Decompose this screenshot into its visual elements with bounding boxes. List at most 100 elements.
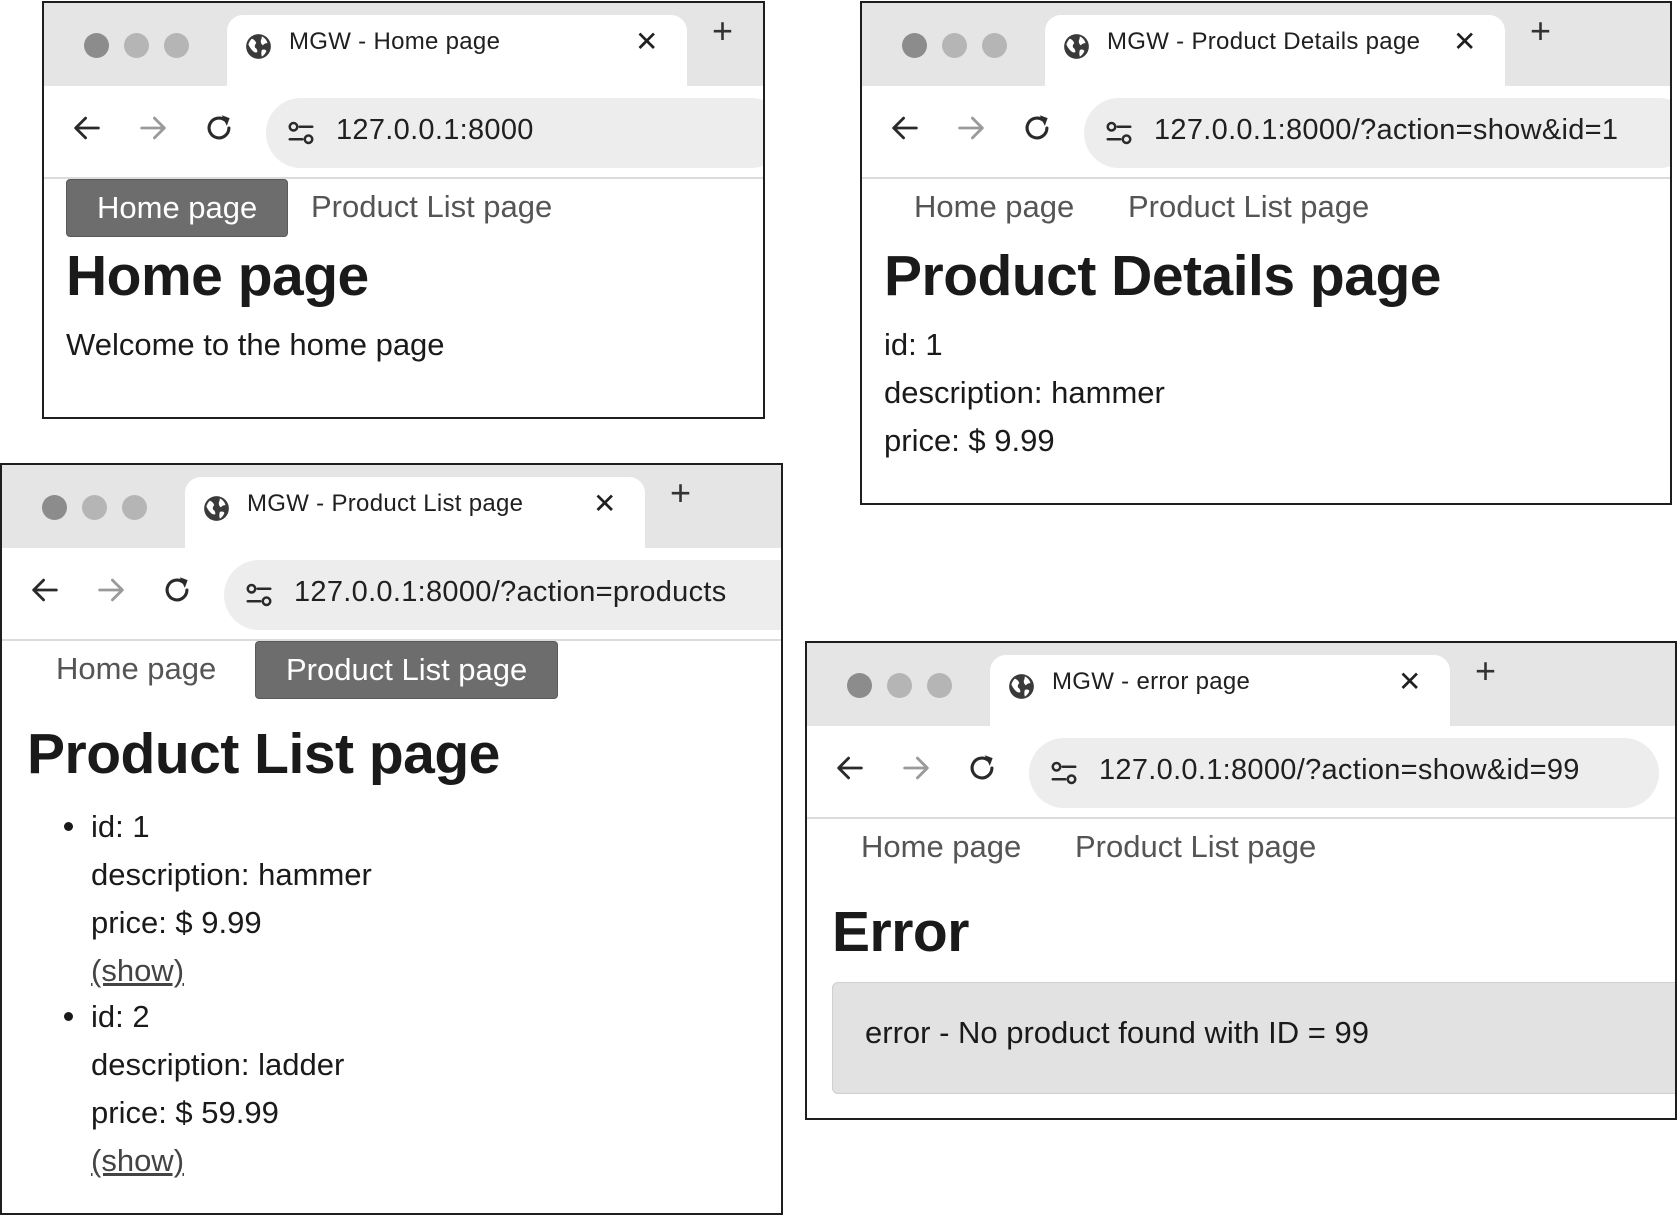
- page-content: Home page Product List page Product List…: [2, 641, 781, 1213]
- window-controls: [902, 33, 1007, 58]
- product-1-id: id: 1: [91, 809, 150, 844]
- new-tab-button[interactable]: +: [1475, 650, 1496, 692]
- url-text: 127.0.0.1:8000: [336, 114, 534, 146]
- product-1-description: description: hammer: [91, 857, 372, 892]
- tab-title: MGW - Product Details page: [1107, 28, 1421, 55]
- browser-tab-active[interactable]: MGW - Home page ✕: [227, 15, 687, 86]
- browser-window-error: MGW - error page ✕ + 127.0.0.1:8000/?act…: [805, 641, 1677, 1120]
- product-2-id: id: 2: [91, 999, 150, 1034]
- reload-icon[interactable]: [202, 111, 236, 145]
- page-content: Home page Product List page Home page We…: [44, 179, 763, 417]
- globe-icon: [245, 33, 272, 60]
- maximize-window-button[interactable]: [982, 33, 1007, 58]
- nav-product-list-link[interactable]: Product List page: [281, 179, 582, 235]
- browser-window-home: MGW - Home page ✕ + 127.0.0.1:8000 Home …: [42, 1, 765, 419]
- nav-home-link[interactable]: Home page: [26, 641, 246, 697]
- reload-icon[interactable]: [965, 751, 999, 785]
- product-2-show-link[interactable]: (show): [91, 1137, 184, 1185]
- reload-icon[interactable]: [1020, 111, 1054, 145]
- forward-arrow-icon[interactable]: [899, 751, 933, 785]
- browser-toolbar: 127.0.0.1:8000/?action=products: [2, 548, 781, 641]
- browser-toolbar: 127.0.0.1:8000/?action=show&id=99: [807, 726, 1675, 819]
- tab-title: MGW - Home page: [289, 28, 501, 55]
- browser-tab-active[interactable]: MGW - error page ✕: [990, 655, 1450, 726]
- reload-icon[interactable]: [160, 573, 194, 607]
- browser-toolbar: 127.0.0.1:8000: [44, 86, 763, 179]
- new-tab-button[interactable]: +: [1530, 10, 1551, 52]
- minimize-window-button[interactable]: [887, 673, 912, 698]
- maximize-window-button[interactable]: [122, 495, 147, 520]
- site-settings-icon[interactable]: [286, 118, 316, 148]
- address-bar[interactable]: 127.0.0.1:8000/?action=show&id=1: [1084, 98, 1670, 168]
- browser-tab-active[interactable]: MGW - Product Details page ✕: [1045, 15, 1505, 86]
- nav-product-list-link[interactable]: Product List page: [1045, 819, 1346, 875]
- globe-icon: [203, 495, 230, 522]
- tab-title: MGW - Product List page: [247, 490, 524, 517]
- nav-product-list-link[interactable]: Product List page: [255, 641, 559, 699]
- nav-product-list-link[interactable]: Product List page: [1098, 179, 1399, 235]
- forward-arrow-icon[interactable]: [94, 573, 128, 607]
- page-title: Product Details page: [884, 244, 1441, 308]
- page-title: Product List page: [27, 722, 500, 786]
- close-window-button[interactable]: [847, 673, 872, 698]
- forward-arrow-icon[interactable]: [954, 111, 988, 145]
- product-id: id: 1: [884, 327, 943, 362]
- back-arrow-icon[interactable]: [28, 573, 62, 607]
- address-bar[interactable]: 127.0.0.1:8000/?action=products: [224, 560, 781, 630]
- close-window-button[interactable]: [42, 495, 67, 520]
- product-price: price: $ 9.99: [884, 423, 1055, 458]
- url-text: 127.0.0.1:8000/?action=show&id=1: [1154, 114, 1619, 146]
- close-tab-icon[interactable]: ✕: [1453, 25, 1476, 58]
- minimize-window-button[interactable]: [942, 33, 967, 58]
- close-window-button[interactable]: [902, 33, 927, 58]
- close-tab-icon[interactable]: ✕: [635, 25, 658, 58]
- window-controls: [42, 495, 147, 520]
- minimize-window-button[interactable]: [124, 33, 149, 58]
- error-alert: error - No product found with ID = 99: [832, 982, 1675, 1094]
- back-arrow-icon[interactable]: [833, 751, 867, 785]
- product-1-price: price: $ 9.99: [91, 905, 262, 940]
- product-2-description: description: ladder: [91, 1047, 345, 1082]
- browser-toolbar: 127.0.0.1:8000/?action=show&id=1: [862, 86, 1670, 179]
- error-message: error - No product found with ID = 99: [865, 1015, 1369, 1050]
- nav-home-link[interactable]: Home page: [66, 179, 289, 237]
- minimize-window-button[interactable]: [82, 495, 107, 520]
- nav-home-link[interactable]: Home page: [884, 179, 1104, 235]
- browser-window-product-details: MGW - Product Details page ✕ + 127.0.0.1…: [860, 1, 1672, 505]
- globe-icon: [1063, 33, 1090, 60]
- maximize-window-button[interactable]: [164, 33, 189, 58]
- close-window-button[interactable]: [84, 33, 109, 58]
- address-bar[interactable]: 127.0.0.1:8000: [266, 98, 763, 168]
- forward-arrow-icon[interactable]: [136, 111, 170, 145]
- list-bullet: [64, 822, 73, 831]
- product-2-price: price: $ 59.99: [91, 1095, 279, 1130]
- window-controls: [84, 33, 189, 58]
- address-bar[interactable]: 127.0.0.1:8000/?action=show&id=99: [1029, 738, 1659, 808]
- nav-home-link[interactable]: Home page: [831, 819, 1051, 875]
- close-tab-icon[interactable]: ✕: [593, 487, 616, 520]
- tab-title: MGW - error page: [1052, 668, 1251, 695]
- new-tab-button[interactable]: +: [712, 10, 733, 52]
- browser-tab-active[interactable]: MGW - Product List page ✕: [185, 477, 645, 548]
- tab-strip: MGW - Product Details page ✕ +: [862, 3, 1670, 86]
- site-settings-icon[interactable]: [1049, 758, 1079, 788]
- window-controls: [847, 673, 952, 698]
- maximize-window-button[interactable]: [927, 673, 952, 698]
- url-text: 127.0.0.1:8000/?action=products: [294, 576, 727, 608]
- welcome-text: Welcome to the home page: [66, 327, 445, 362]
- page-title: Error: [832, 900, 969, 964]
- tab-strip: MGW - Product List page ✕ +: [2, 465, 781, 548]
- close-tab-icon[interactable]: ✕: [1398, 665, 1421, 698]
- browser-window-product-list: MGW - Product List page ✕ + 127.0.0.1:80…: [0, 463, 783, 1215]
- tab-strip: MGW - Home page ✕ +: [44, 3, 763, 86]
- site-settings-icon[interactable]: [1104, 118, 1134, 148]
- product-1-show-link[interactable]: (show): [91, 947, 184, 995]
- product-description: description: hammer: [884, 375, 1165, 410]
- back-arrow-icon[interactable]: [70, 111, 104, 145]
- new-tab-button[interactable]: +: [670, 472, 691, 514]
- list-bullet: [64, 1012, 73, 1021]
- back-arrow-icon[interactable]: [888, 111, 922, 145]
- site-settings-icon[interactable]: [244, 580, 274, 610]
- tab-strip: MGW - error page ✕ +: [807, 643, 1675, 726]
- globe-icon: [1008, 673, 1035, 700]
